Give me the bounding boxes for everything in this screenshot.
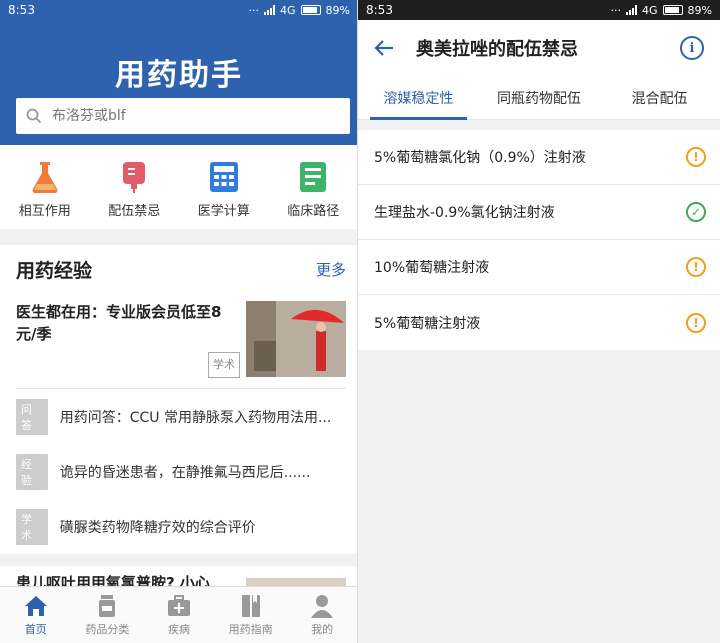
bottom-nav: 首页 药品分类 疾病 用药指南 我的 <box>0 586 358 643</box>
medical-kit-icon <box>144 593 214 619</box>
item-tag: 经验 <box>16 453 48 490</box>
info-icon[interactable]: i <box>680 36 704 60</box>
battery-icon <box>662 5 683 15</box>
toolbar: 奥美拉唑的配伍禁忌 i <box>358 20 720 76</box>
home-screen: 8:53 ··· 4G 89% 用药助手 相互作用 配伍禁忌 <box>0 0 358 643</box>
flask-icon <box>29 160 61 194</box>
list-item[interactable]: 问答 用药问答：CCU 常用静脉泵入药物用法用... <box>16 389 346 444</box>
calculator-icon <box>208 160 240 194</box>
feature-title: 医生都在用：专业版会员低至8元/季 <box>16 303 222 343</box>
feature-tag: 学术 <box>208 352 240 378</box>
solvent-name: 10%葡萄糖注射液 <box>374 260 490 276</box>
nav-diseases[interactable]: 疾病 <box>144 593 214 637</box>
network-label: 4G <box>642 3 658 17</box>
book-icon <box>216 593 286 619</box>
quick-link-interaction[interactable]: 相互作用 <box>5 160 85 219</box>
warning-icon: ! <box>686 257 706 277</box>
iv-bag-icon <box>118 160 150 194</box>
list-item[interactable]: 学术 磺脲类药物降糖疗效的综合评价 <box>16 499 346 554</box>
list-item[interactable]: 生理盐水-0.9%氯化钠注射液 ✓ <box>358 185 720 240</box>
signal-icon <box>626 5 638 15</box>
mute-icon: ··· <box>248 3 260 17</box>
quick-links: 相互作用 配伍禁忌 医学计算 临床路径 <box>0 145 358 229</box>
warning-icon: ! <box>686 147 706 167</box>
status-bar: 8:53 ··· 4G 89% <box>0 0 358 20</box>
list-item[interactable]: 5%葡萄糖注射液 ! <box>358 295 720 350</box>
status-time: 8:53 <box>8 3 35 17</box>
solvent-name: 5%葡萄糖氯化钠（0.9%）注射液 <box>374 150 586 166</box>
clipboard-icon <box>297 160 329 194</box>
item-tag: 问答 <box>16 398 48 435</box>
tab-same-bottle[interactable]: 同瓶药物配伍 <box>479 76 600 119</box>
battery-icon <box>300 5 321 15</box>
search-box[interactable] <box>16 98 350 134</box>
quick-link-incompatibility[interactable]: 配伍禁忌 <box>94 160 174 219</box>
back-arrow-icon[interactable] <box>374 39 394 57</box>
status-time: 8:53 <box>366 3 393 17</box>
mute-icon: ··· <box>610 3 622 17</box>
battery-label: 89% <box>687 3 712 17</box>
quick-link-clinical-pathway[interactable]: 临床路径 <box>273 160 353 219</box>
solvent-name: 生理盐水-0.9%氯化钠注射液 <box>374 205 555 221</box>
quick-link-label: 配伍禁忌 <box>108 203 161 219</box>
list-item[interactable]: 经验 诡异的昏迷患者，在静推氟马西尼后...... <box>16 444 346 499</box>
nav-profile[interactable]: 我的 <box>287 593 357 637</box>
list-item[interactable]: 10%葡萄糖注射液 ! <box>358 240 720 295</box>
status-bar: 8:53 ··· 4G 89% <box>358 0 720 20</box>
tab-bar: 溶媒稳定性 同瓶药物配伍 混合配伍 <box>358 76 720 120</box>
nav-home[interactable]: 首页 <box>1 593 71 637</box>
app-title: 用药助手 <box>115 58 243 93</box>
item-text: 诡异的昏迷患者，在静推氟马西尼后...... <box>59 464 311 481</box>
experience-section: 用药经验 更多 医生都在用：专业版会员低至8元/季 学术 问答 用药问答：CCU… <box>0 245 358 554</box>
check-icon: ✓ <box>686 202 706 222</box>
search-input[interactable] <box>52 108 322 124</box>
person-icon <box>287 593 357 619</box>
network-label: 4G <box>280 3 296 17</box>
tab-solvent-stability[interactable]: 溶媒稳定性 <box>358 76 479 120</box>
nav-drug-categories[interactable]: 药品分类 <box>72 593 142 637</box>
nav-guides[interactable]: 用药指南 <box>216 593 286 637</box>
quick-link-label: 相互作用 <box>18 203 71 219</box>
battery-label: 89% <box>325 3 350 17</box>
tab-mixed[interactable]: 混合配伍 <box>599 76 720 119</box>
item-text: 磺脲类药物降糖疗效的综合评价 <box>59 519 256 536</box>
item-text: 用药问答：CCU 常用静脉泵入药物用法用... <box>59 409 332 426</box>
warning-icon: ! <box>686 312 706 333</box>
page-title: 奥美拉唑的配伍禁忌 <box>416 39 578 60</box>
quick-link-calculator[interactable]: 医学计算 <box>184 160 264 219</box>
app-header: 用药助手 <box>0 20 358 145</box>
home-icon <box>1 593 71 619</box>
solvent-list: 5%葡萄糖氯化钠（0.9%）注射液 ! 生理盐水-0.9%氯化钠注射液 ✓ 10… <box>358 130 720 350</box>
pill-bottle-icon <box>72 593 142 619</box>
quick-link-label: 医学计算 <box>197 203 250 219</box>
quick-link-label: 临床路径 <box>287 203 340 219</box>
signal-icon <box>264 5 276 15</box>
feature-thumbnail <box>246 301 346 377</box>
list-item[interactable]: 5%葡萄糖氯化钠（0.9%）注射液 ! <box>358 130 720 185</box>
solvent-name: 5%葡萄糖注射液 <box>374 315 481 332</box>
incompatibility-screen: 8:53 ··· 4G 89% 奥美拉唑的配伍禁忌 i 溶媒稳定性 同瓶药物配伍… <box>358 0 720 643</box>
search-icon <box>26 108 42 124</box>
feature-article[interactable]: 医生都在用：专业版会员低至8元/季 学术 <box>16 293 346 389</box>
item-tag: 学术 <box>16 508 48 545</box>
more-link[interactable]: 更多 <box>316 259 346 280</box>
section-title: 用药经验 <box>16 259 93 282</box>
